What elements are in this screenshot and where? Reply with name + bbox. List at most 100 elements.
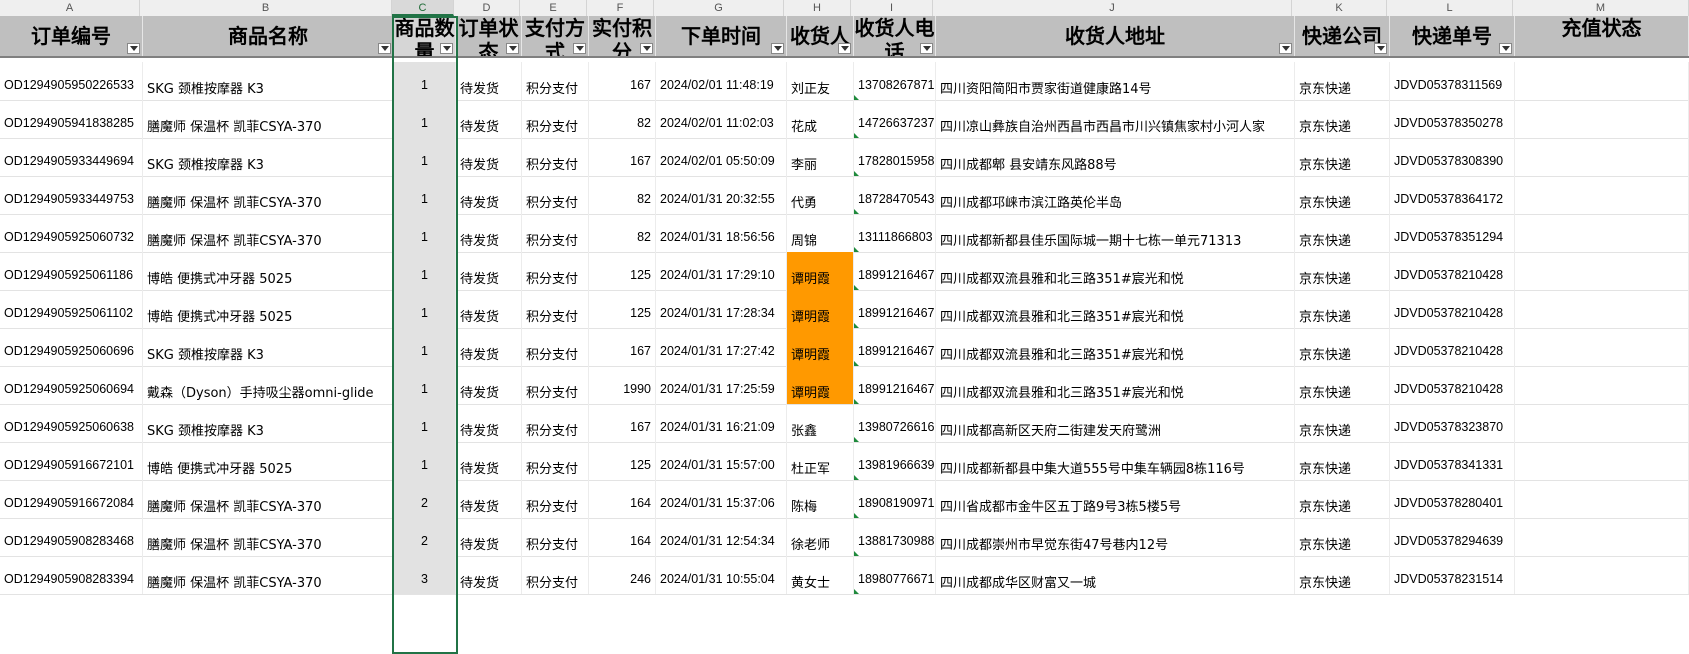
table-cell[interactable]: OD1294905950226533	[0, 62, 143, 100]
table-cell[interactable]: 膳魔师 保温杯 凯菲CSYA-370	[143, 176, 394, 214]
table-cell[interactable]: JDVD05378231514	[1390, 556, 1515, 594]
column-letter-b[interactable]: B	[140, 0, 392, 16]
table-cell[interactable]: 待发货	[456, 404, 522, 442]
table-cell[interactable]: 京东快递	[1295, 366, 1390, 404]
table-cell[interactable]: 2024/01/31 15:57:00	[656, 442, 787, 480]
table-cell[interactable]: 京东快递	[1295, 518, 1390, 556]
header-cell[interactable]: 订单状态	[456, 16, 522, 56]
table-cell[interactable]: 膳魔师 保温杯 凯菲CSYA-370	[143, 518, 394, 556]
table-cell[interactable]: SKG 颈椎按摩器 K3	[143, 62, 394, 100]
table-cell[interactable]: 积分支付	[522, 138, 589, 176]
table-cell[interactable]: 戴森（Dyson）手持吸尘器omni-glide	[143, 366, 394, 404]
table-cell[interactable]: 13881730988	[854, 518, 936, 556]
table-cell[interactable]: 积分支付	[522, 404, 589, 442]
table-cell[interactable]: 待发货	[456, 556, 522, 594]
header-cell[interactable]: 收货人地址	[936, 16, 1295, 56]
table-cell[interactable]: 膳魔师 保温杯 凯菲CSYA-370	[143, 480, 394, 518]
table-cell[interactable]: 京东快递	[1295, 290, 1390, 328]
table-cell[interactable]: 四川成都崇州市早觉东街47号巷内12号	[936, 518, 1295, 556]
table-cell[interactable]: 四川成都成华区财富又一城	[936, 556, 1295, 594]
table-cell[interactable]: OD1294905933449753	[0, 176, 143, 214]
filter-dropdown-icon[interactable]	[1499, 43, 1512, 54]
table-cell[interactable]: 京东快递	[1295, 442, 1390, 480]
table-cell[interactable]: 京东快递	[1295, 252, 1390, 290]
table-cell[interactable]: 积分支付	[522, 62, 589, 100]
table-cell[interactable]: 徐老师	[787, 518, 854, 556]
table-cell[interactable]: 四川成都新都县佳乐国际城一期十七栋一单元71313	[936, 214, 1295, 252]
table-cell[interactable]: 14726637237	[854, 100, 936, 138]
table-cell[interactable]: 四川成都邛崃市滨江路英伦半岛	[936, 176, 1295, 214]
table-cell[interactable]: 1	[394, 176, 456, 214]
header-cell[interactable]: 下单时间	[656, 16, 787, 56]
table-cell[interactable]: JDVD05378210428	[1390, 328, 1515, 366]
table-cell[interactable]: 167	[589, 62, 656, 100]
table-cell[interactable]: OD1294905941838285	[0, 100, 143, 138]
table-cell[interactable]: 125	[589, 252, 656, 290]
table-cell[interactable]: 积分支付	[522, 214, 589, 252]
table-cell[interactable]: 待发货	[456, 62, 522, 100]
table-cell[interactable]: 积分支付	[522, 480, 589, 518]
table-cell[interactable]: OD1294905925060732	[0, 214, 143, 252]
filter-dropdown-icon[interactable]	[378, 43, 391, 54]
table-cell[interactable]: 2024/01/31 15:37:06	[656, 480, 787, 518]
table-cell[interactable]: JDVD05378323870	[1390, 404, 1515, 442]
table-cell[interactable]: 周锦	[787, 214, 854, 252]
table-cell[interactable]: 四川成都郫 县安靖东风路88号	[936, 138, 1295, 176]
table-cell[interactable]: 京东快递	[1295, 100, 1390, 138]
table-cell[interactable]	[1515, 518, 1689, 556]
table-cell[interactable]: 积分支付	[522, 366, 589, 404]
table-cell[interactable]: 京东快递	[1295, 480, 1390, 518]
table-cell[interactable]: 1	[394, 442, 456, 480]
table-cell[interactable]: 2024/02/01 05:50:09	[656, 138, 787, 176]
table-cell[interactable]: JDVD05378364172	[1390, 176, 1515, 214]
table-cell[interactable]: 待发货	[456, 328, 522, 366]
table-cell[interactable]: OD1294905925060638	[0, 404, 143, 442]
column-letter-a[interactable]: A	[0, 0, 140, 16]
table-cell[interactable]: 17828015958	[854, 138, 936, 176]
table-cell[interactable]: 1	[394, 100, 456, 138]
filter-dropdown-icon[interactable]	[506, 43, 519, 54]
table-cell[interactable]: 18908190971	[854, 480, 936, 518]
table-cell[interactable]	[1515, 366, 1689, 404]
table-cell[interactable]: SKG 颈椎按摩器 K3	[143, 138, 394, 176]
table-cell[interactable]: 待发货	[456, 100, 522, 138]
column-letter-e[interactable]: E	[520, 0, 587, 16]
table-cell[interactable]: 2024/01/31 16:21:09	[656, 404, 787, 442]
table-cell[interactable]	[1515, 176, 1689, 214]
column-letter-f[interactable]: F	[587, 0, 654, 16]
table-cell[interactable]: 谭明霞	[787, 366, 854, 404]
table-cell[interactable]: 四川成都双流县雅和北三路351#宸光和悦	[936, 252, 1295, 290]
filter-dropdown-icon[interactable]	[771, 43, 784, 54]
column-letter-i[interactable]: I	[851, 0, 933, 16]
header-cell[interactable]: 订单编号	[0, 16, 143, 56]
column-letter-l[interactable]: L	[1387, 0, 1513, 16]
table-cell[interactable]: JDVD05378308390	[1390, 138, 1515, 176]
table-cell[interactable]: 164	[589, 518, 656, 556]
table-cell[interactable]: 1	[394, 252, 456, 290]
table-cell[interactable]: 谭明霞	[787, 290, 854, 328]
table-cell[interactable]: 四川资阳简阳市贾家街道健康路14号	[936, 62, 1295, 100]
header-cell[interactable]: 收货人	[787, 16, 854, 56]
table-cell[interactable]: 2024/01/31 17:28:34	[656, 290, 787, 328]
table-cell[interactable]: JDVD05378341331	[1390, 442, 1515, 480]
table-cell[interactable]: 164	[589, 480, 656, 518]
table-cell[interactable]: 待发货	[456, 518, 522, 556]
table-cell[interactable]: 陈梅	[787, 480, 854, 518]
table-cell[interactable]: 膳魔师 保温杯 凯菲CSYA-370	[143, 214, 394, 252]
table-cell[interactable]: 2024/01/31 17:29:10	[656, 252, 787, 290]
table-cell[interactable]: OD1294905925061102	[0, 290, 143, 328]
table-cell[interactable]: 2024/01/31 17:25:59	[656, 366, 787, 404]
table-cell[interactable]: OD1294905925061186	[0, 252, 143, 290]
header-cell[interactable]: 支付方式	[522, 16, 589, 56]
table-cell[interactable]: 积分支付	[522, 328, 589, 366]
table-cell[interactable]: 246	[589, 556, 656, 594]
column-letter-c[interactable]: C	[392, 0, 454, 16]
column-letter-d[interactable]: D	[454, 0, 520, 16]
header-cell[interactable]: 实付积分	[589, 16, 656, 56]
table-cell[interactable]: 18728470543	[854, 176, 936, 214]
table-cell[interactable]: JDVD05378350278	[1390, 100, 1515, 138]
table-cell[interactable]: 2	[394, 480, 456, 518]
table-cell[interactable]: 黄女士	[787, 556, 854, 594]
table-cell[interactable]: 82	[589, 176, 656, 214]
table-cell[interactable]: 待发货	[456, 214, 522, 252]
